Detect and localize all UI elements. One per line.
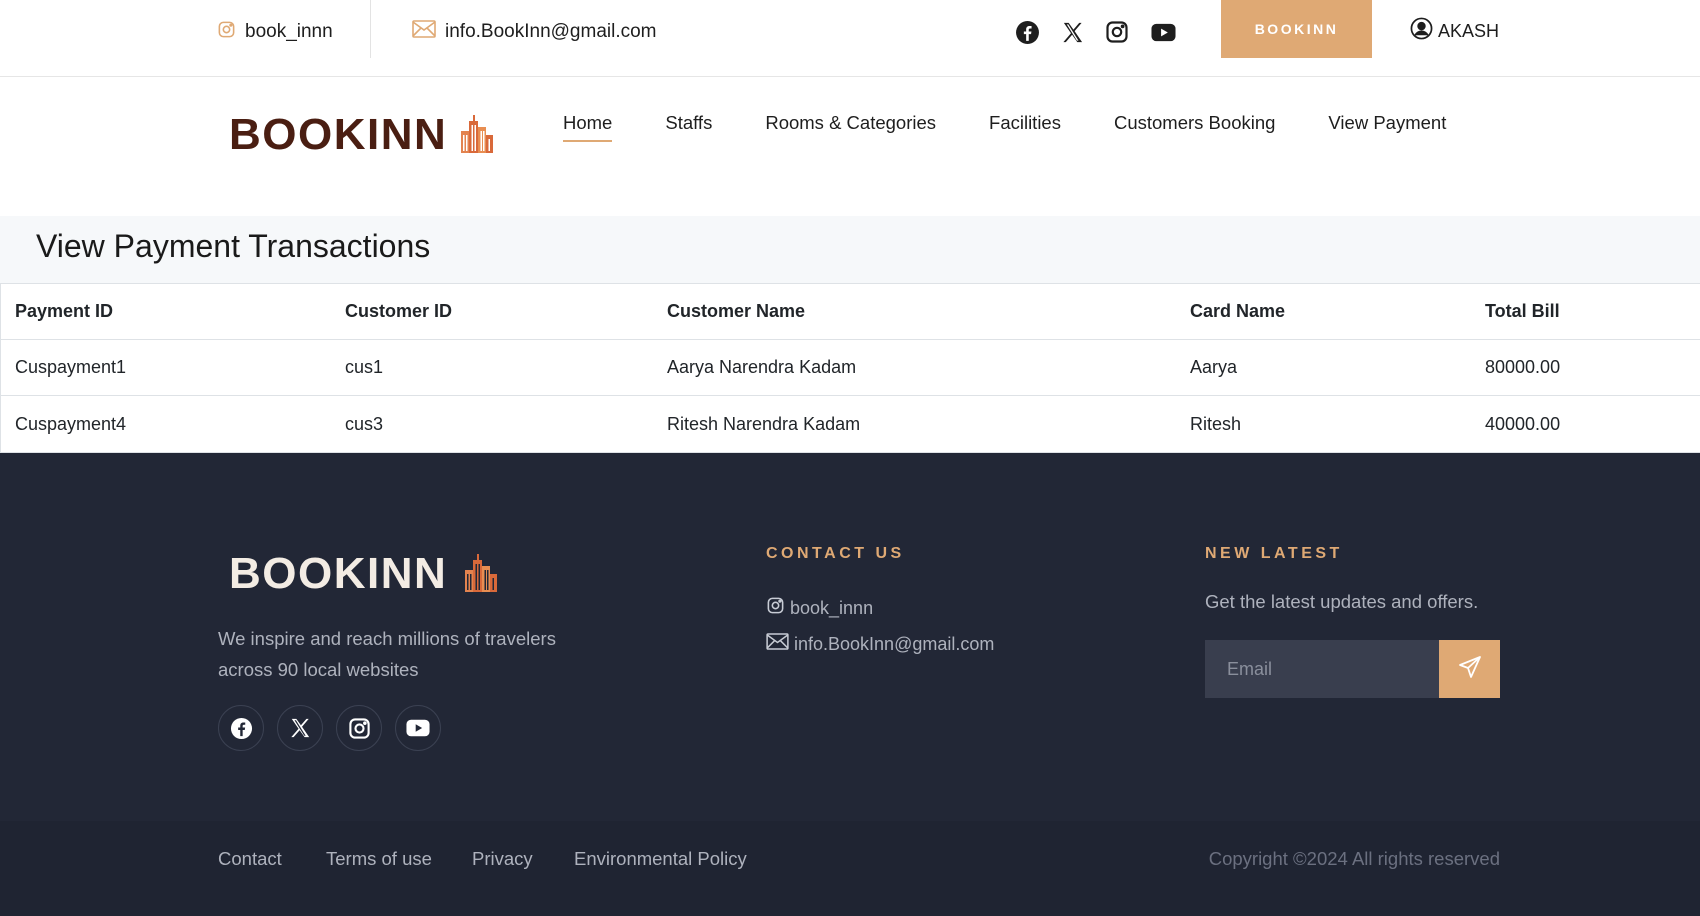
top-bar: book_innn info.BookInn@gmail.com BOOKINN… (0, 0, 1700, 77)
cell-card-name: Ritesh (1190, 413, 1242, 434)
table-header-row: Payment ID Customer ID Customer Name Car… (1, 284, 1700, 340)
footer-facebook-icon[interactable] (218, 705, 264, 751)
book-now-button[interactable]: BOOKINN (1221, 0, 1372, 58)
table-row: Cuspayment4 cus3 Ritesh Narendra Kadam R… (1, 396, 1700, 452)
header-customer-name: Customer Name (667, 301, 806, 321)
footer-contact-instagram[interactable]: book_innn (766, 596, 873, 620)
footer-logo-text: BOOKINN (229, 549, 448, 598)
cell-customer-name: Aarya Narendra Kadam (667, 357, 857, 377)
topbar-email-text: info.BookInn@gmail.com (445, 21, 657, 42)
footer-logo[interactable]: BOOKINN (229, 549, 499, 599)
topbar-instagram[interactable]: book_innn (217, 18, 333, 46)
footer-contact-heading: CONTACT US (766, 545, 905, 562)
site-logo[interactable]: BOOKINN (229, 110, 495, 160)
header-card-name: Card Name (1190, 301, 1286, 321)
footer-instagram-handle: book_innn (790, 597, 874, 618)
cell-card-name: Aarya (1190, 357, 1238, 377)
nav-view-payment[interactable]: View Payment (1328, 112, 1446, 140)
page-title-band: View Payment Transactions (0, 216, 1700, 283)
footer-news-text: Get the latest updates and offers. (1205, 591, 1479, 612)
logo-text: BOOKINN (229, 110, 448, 159)
cell-customer-id: cus3 (345, 413, 384, 434)
footer-link-environmental[interactable]: Environmental Policy (574, 848, 747, 870)
youtube-icon[interactable] (1148, 17, 1178, 47)
building-icon (459, 114, 495, 158)
cell-customer-id: cus1 (345, 357, 384, 377)
mail-icon (766, 633, 794, 655)
header-payment-id: Payment ID (15, 301, 114, 321)
building-icon (463, 553, 499, 597)
cell-payment-id: Cuspayment1 (15, 357, 127, 377)
footer-bottom-bar: Contact Terms of use Privacy Environment… (0, 821, 1700, 916)
footer-x-icon[interactable] (277, 705, 323, 751)
footer-instagram-icon[interactable] (336, 705, 382, 751)
footer: BOOKINN We inspire and reach millions of… (0, 453, 1700, 821)
cell-customer-name: Ritesh Narendra Kadam (667, 413, 861, 434)
nav-rooms-categories[interactable]: Rooms & Categories (765, 112, 936, 140)
nav-customers-booking[interactable]: Customers Booking (1114, 112, 1275, 140)
instagram-icon[interactable] (1102, 17, 1132, 47)
user-name: AKASH (1438, 20, 1500, 41)
footer-link-contact[interactable]: Contact (218, 848, 282, 870)
newsletter-email-input[interactable] (1205, 640, 1439, 698)
facebook-icon[interactable] (1012, 17, 1042, 47)
table-row: Cuspayment1 cus1 Aarya Narendra Kadam Aa… (1, 340, 1700, 396)
mail-icon (412, 20, 445, 44)
footer-news-heading: NEW LATEST (1205, 545, 1343, 562)
cell-total-bill: 80000.00 (1485, 357, 1561, 377)
topbar-email[interactable]: info.BookInn@gmail.com (412, 18, 657, 46)
instagram-icon (766, 596, 790, 620)
cell-payment-id: Cuspayment4 (15, 413, 127, 434)
footer-email-text: info.BookInn@gmail.com (794, 633, 995, 654)
footer-description: We inspire and reach millions of travele… (218, 628, 556, 680)
instagram-icon (217, 20, 245, 45)
main-nav: Home Staffs Rooms & Categories Facilitie… (563, 112, 1499, 142)
footer-contact-email[interactable]: info.BookInn@gmail.com (766, 633, 994, 655)
header-total-bill: Total Bill (1485, 301, 1560, 321)
send-icon (1458, 655, 1482, 684)
nav-staffs[interactable]: Staffs (665, 112, 712, 140)
footer-link-privacy[interactable]: Privacy (472, 848, 533, 870)
page-title: View Payment Transactions (36, 228, 431, 264)
newsletter-send-button[interactable] (1439, 640, 1500, 698)
cell-total-bill: 40000.00 (1485, 413, 1561, 434)
footer-link-terms[interactable]: Terms of use (326, 848, 432, 870)
user-icon (1410, 17, 1438, 45)
main-header: BOOKINN Home Staffs Rooms & Categories F… (0, 77, 1700, 216)
copyright-text: Copyright ©2024 All rights reserved (1208, 848, 1500, 869)
footer-youtube-icon[interactable] (395, 705, 441, 751)
user-menu[interactable]: AKASH (1410, 17, 1499, 45)
nav-facilities[interactable]: Facilities (989, 112, 1061, 140)
nav-home[interactable]: Home (563, 112, 613, 142)
payment-table: Payment ID Customer ID Customer Name Car… (0, 283, 1700, 453)
x-icon[interactable] (1057, 17, 1087, 47)
topbar-instagram-handle: book_innn (245, 21, 333, 42)
header-customer-id: Customer ID (345, 301, 453, 321)
topbar-divider (370, 0, 371, 58)
